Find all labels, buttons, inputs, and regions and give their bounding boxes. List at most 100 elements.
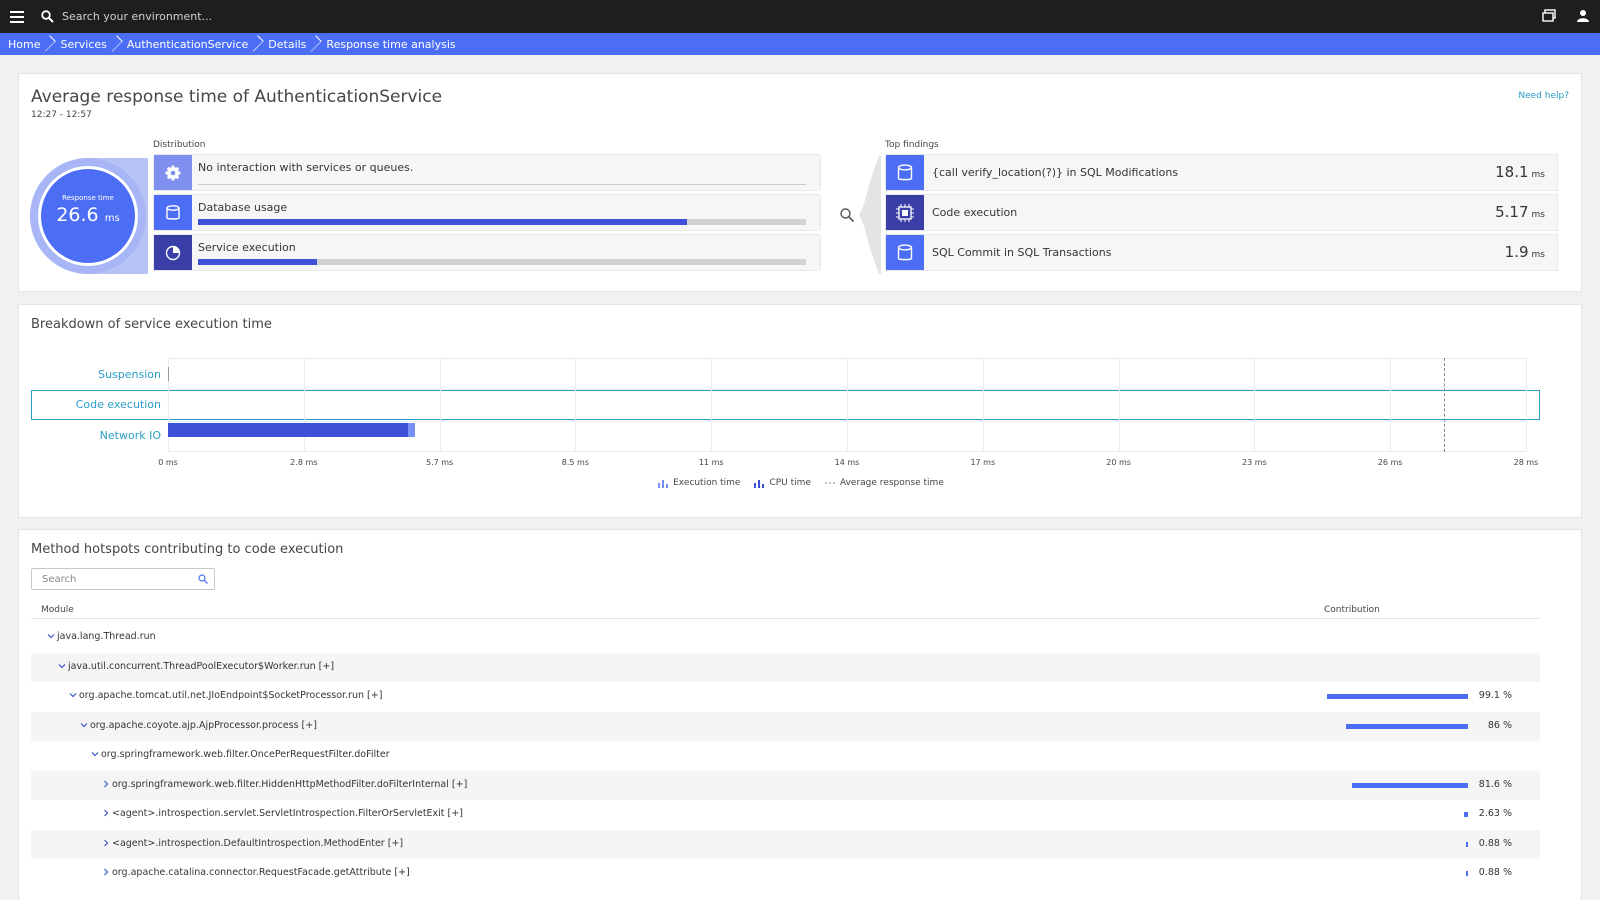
- breadcrumb-home[interactable]: Home: [0, 33, 52, 55]
- chevron-down-icon[interactable]: [47, 632, 55, 640]
- gridline: [168, 421, 1526, 422]
- breadcrumb-details[interactable]: Details: [260, 33, 318, 55]
- breakdown-row-label[interactable]: Code execution: [31, 398, 161, 411]
- distribution-label-text: Database usage: [198, 201, 288, 214]
- contribution-bar: [1345, 723, 1468, 729]
- top-finding-number: 1.9: [1504, 243, 1529, 261]
- user-icon[interactable]: [1576, 9, 1590, 25]
- cpu-time-bar[interactable]: [407, 423, 416, 437]
- header-divider: [31, 618, 1540, 619]
- gridline: [1254, 358, 1256, 452]
- environment-search[interactable]: Search your environment...: [41, 10, 212, 23]
- x-tick-label: 20 ms: [1106, 458, 1131, 467]
- hotspot-row[interactable]: <agent>.introspection.servlet.ServletInt…: [31, 800, 1540, 829]
- breadcrumb-services[interactable]: Services: [52, 33, 118, 55]
- chevron-down-icon[interactable]: [91, 750, 99, 758]
- chevron-right-icon[interactable]: [102, 839, 110, 847]
- gear-icon: [154, 155, 192, 190]
- bar-chart-icon: [658, 480, 669, 488]
- gridline: [575, 358, 577, 452]
- cpu-chip-icon: [886, 195, 924, 230]
- distribution-row-no-interaction[interactable]: No interaction with services or queues.: [153, 154, 821, 191]
- hotspots-title: Method hotspots contributing to code exe…: [31, 542, 344, 557]
- hotspot-row[interactable]: org.apache.catalina.connector.RequestFac…: [31, 859, 1540, 888]
- x-tick-label: 28 ms: [1513, 458, 1539, 467]
- hotspot-row[interactable]: <agent>.introspection.DefaultIntrospecti…: [31, 829, 1540, 859]
- top-finding-row[interactable]: {call verify_location(?)} in SQL Modific…: [885, 154, 1558, 191]
- execution-time-bar[interactable]: [168, 423, 408, 437]
- database-usage-bar-fill: [198, 219, 688, 225]
- dashed-line-icon: [824, 482, 835, 484]
- gridline: [168, 358, 1526, 359]
- hotspots-search[interactable]: [31, 568, 215, 590]
- service-execution-bar-fill: [198, 259, 318, 265]
- hotspot-method-name[interactable]: <agent>.introspection.servlet.ServletInt…: [112, 808, 463, 819]
- top-finding-value: 5.17 ms: [1495, 203, 1545, 221]
- hotspot-method-name[interactable]: org.springframework.web.filter.OncePerRe…: [101, 749, 390, 760]
- distribution-row-database[interactable]: Database usage: [153, 194, 821, 231]
- environment-search-placeholder[interactable]: Search your environment...: [62, 10, 212, 23]
- database-usage-bar: [198, 219, 806, 225]
- hotspot-method-name[interactable]: org.apache.tomcat.util.net.JIoEndpoint$S…: [79, 690, 382, 701]
- contribution-percent: 0.88 %: [1478, 867, 1512, 878]
- chevron-right-icon[interactable]: [102, 780, 110, 788]
- legend-label: CPU time: [769, 478, 811, 488]
- breakdown-row-label[interactable]: Network IO: [31, 429, 161, 442]
- distribution-label-text: Service execution: [198, 241, 296, 254]
- hotspot-method-name[interactable]: org.apache.catalina.connector.RequestFac…: [112, 867, 410, 878]
- hotspot-method-name[interactable]: <agent>.introspection.DefaultIntrospecti…: [112, 838, 403, 849]
- top-navigation-bar: Search your environment...: [0, 0, 1600, 33]
- breadcrumb-response-time-analysis[interactable]: Response time analysis: [318, 33, 467, 55]
- column-header-contribution[interactable]: Contribution: [1324, 605, 1380, 615]
- service-execution-icon: [154, 235, 192, 270]
- gridline: [168, 451, 1526, 452]
- hotspot-row[interactable]: java.lang.Thread.run: [31, 623, 1540, 652]
- timerange: 12:27 - 12:57: [31, 110, 92, 120]
- hotspot-method-name[interactable]: org.springframework.web.filter.HiddenHtt…: [112, 779, 467, 790]
- chevron-right-icon[interactable]: [102, 809, 110, 817]
- contribution-percent: 86 %: [1487, 719, 1512, 731]
- windows-icon[interactable]: [1542, 8, 1556, 25]
- hotspot-method-name[interactable]: java.lang.Thread.run: [57, 631, 156, 642]
- distribution-row-service-execution[interactable]: Service execution: [153, 234, 821, 271]
- top-finding-row[interactable]: SQL Commit in SQL Transactions 1.9 ms: [885, 234, 1558, 271]
- top-finding-unit: ms: [1531, 250, 1545, 260]
- contribution-percent: 81.6 %: [1478, 778, 1512, 790]
- gridline: [1526, 358, 1527, 452]
- response-time-number: 26.6: [56, 204, 99, 226]
- gridline: [1390, 358, 1392, 452]
- top-finding-unit: ms: [1531, 170, 1545, 180]
- chevron-down-icon[interactable]: [80, 721, 88, 729]
- legend-label: Average response time: [839, 478, 944, 488]
- hamburger-menu-icon[interactable]: [0, 0, 33, 33]
- contribution-bar: [1466, 871, 1468, 876]
- hotspots-search-input[interactable]: [32, 569, 192, 589]
- legend-item-cpu-time[interactable]: CPU time: [754, 478, 811, 488]
- breakdown-legend: Execution time CPU time Average response…: [19, 478, 1583, 488]
- column-header-module[interactable]: Module: [41, 605, 74, 615]
- hotspot-row[interactable]: java.util.concurrent.ThreadPoolExecutor$…: [31, 652, 1540, 682]
- method-hotspots-panel: Method hotspots contributing to code exe…: [18, 529, 1582, 900]
- legend-item-average-response-time[interactable]: Average response time: [824, 478, 944, 488]
- legend-item-execution-time[interactable]: Execution time: [658, 478, 740, 488]
- hotspot-method-name[interactable]: org.apache.coyote.ajp.AjpProcessor.proce…: [90, 720, 317, 731]
- breadcrumb-authentication-service[interactable]: AuthenticationService: [119, 33, 260, 55]
- gridline: [711, 358, 713, 452]
- hotspot-method-name[interactable]: java.util.concurrent.ThreadPoolExecutor$…: [68, 661, 334, 672]
- hotspot-row[interactable]: org.springframework.web.filter.OncePerRe…: [31, 741, 1540, 770]
- chevron-right-icon[interactable]: [102, 868, 110, 876]
- top-finding-label: Code execution: [932, 206, 1018, 219]
- average-response-time-line: [1444, 358, 1446, 452]
- breakdown-title: Breakdown of service execution time: [31, 317, 272, 332]
- breakdown-row-label[interactable]: Suspension: [31, 368, 161, 381]
- gridline: [303, 358, 305, 452]
- breakdown-panel: Breakdown of service execution time Susp…: [18, 304, 1582, 518]
- need-help-link[interactable]: Need help?: [1518, 91, 1569, 101]
- contribution-percent: 2.63 %: [1478, 808, 1512, 819]
- top-finding-row[interactable]: Code execution 5.17 ms: [885, 194, 1558, 231]
- chevron-down-icon[interactable]: [58, 662, 66, 670]
- hotspot-row[interactable]: org.apache.tomcat.util.net.JIoEndpoint$S…: [31, 682, 1540, 711]
- hotspot-row[interactable]: org.apache.coyote.ajp.AjpProcessor.proce…: [31, 711, 1540, 741]
- chevron-down-icon[interactable]: [69, 691, 77, 699]
- hotspot-row[interactable]: org.springframework.web.filter.HiddenHtt…: [31, 770, 1540, 800]
